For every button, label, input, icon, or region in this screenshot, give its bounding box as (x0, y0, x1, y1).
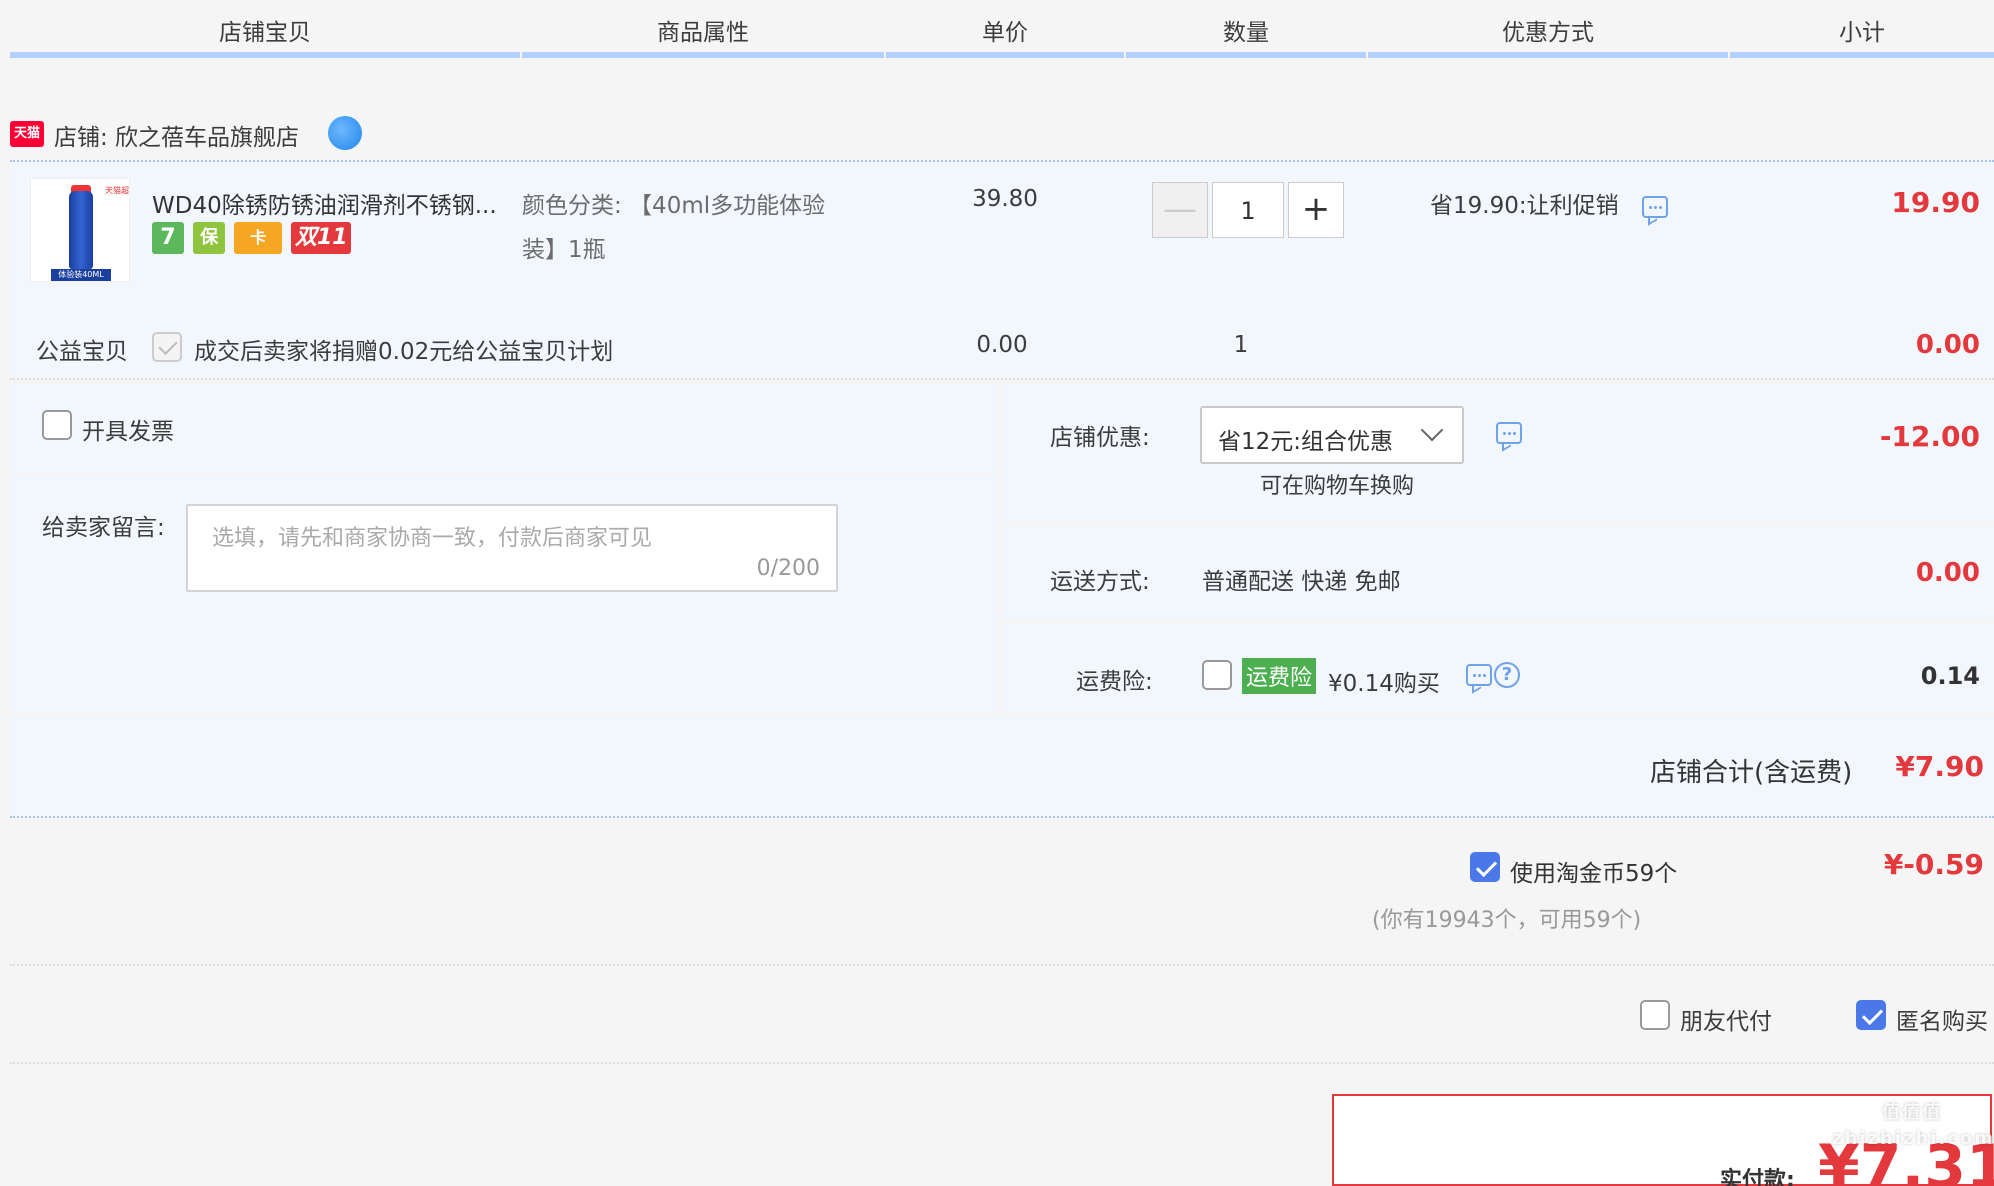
qty-increment-button[interactable]: + (1288, 182, 1344, 238)
col-header-price: 单价 (886, 0, 1124, 58)
badge-double11-icon: 双11 (291, 222, 352, 254)
promo-chat-icon[interactable] (1642, 196, 1668, 218)
shop-discount-select[interactable]: 省12元:组合优惠 (1200, 406, 1464, 464)
shop-name[interactable]: 店铺: 欣之蓓车品旗舰店 (54, 118, 299, 152)
insurance-label: 运费险: (1076, 669, 1153, 695)
col-header-attr: 商品属性 (522, 0, 884, 58)
product-attr: 颜色分类: 【40ml多功能体验 装】1瓶 (522, 186, 862, 264)
chevron-down-icon (1420, 418, 1444, 442)
watermark-text: 值值值 zhizhizhi.com (1832, 1102, 1994, 1149)
badge-7day-icon: 7 (152, 222, 184, 254)
insurance-price: ¥0.14购买 (1328, 671, 1440, 697)
coins-note: (你有19943个，可用59个) (1372, 908, 1642, 933)
shop-total-amount: ¥7.90 (1895, 750, 1984, 783)
discount-chat-icon[interactable] (1496, 422, 1522, 444)
qty-decrement-button[interactable]: — (1152, 182, 1208, 238)
total-divider (10, 816, 1994, 818)
col-header-qty-label: 数量 (1223, 20, 1269, 46)
message-counter: 0/200 (756, 556, 820, 581)
image-brand: 天猫超 (105, 186, 129, 195)
image-tag: 体验装40ML (51, 269, 111, 281)
coins-checkbox[interactable] (1470, 852, 1500, 882)
tmall-logo-text: 天猫 (13, 126, 40, 141)
charity-subtotal: 0.00 (1915, 330, 1980, 360)
invoice-checkbox[interactable] (42, 410, 72, 440)
coins-label[interactable]: 使用淘金币59个 (1510, 854, 1677, 888)
charity-price: 0.00 (976, 332, 1028, 358)
product-attr-line1: 颜色分类: 【40ml多功能体验 (522, 193, 826, 219)
anonymous-checkbox[interactable] (1856, 1000, 1886, 1030)
col-header-promo-label: 优惠方式 (1502, 20, 1594, 46)
shop-total-label: 店铺合计(含运费) (1650, 758, 1853, 788)
invoice-label[interactable]: 开具发票 (82, 412, 174, 446)
wangwang-chat-icon[interactable] (328, 116, 362, 150)
coins-divider (10, 964, 1994, 966)
options-divider (10, 1062, 1994, 1064)
product-image[interactable]: 天猫超 体验装40ML (30, 178, 130, 282)
friend-pay-label[interactable]: 朋友代付 (1680, 1002, 1772, 1036)
can-shape (69, 191, 93, 269)
product-promo: 省19.90:让利促销 (1430, 193, 1619, 219)
col-header-item-label: 店铺宝贝 (219, 20, 311, 46)
charity-text: 成交后卖家将捐赠0.02元给公益宝贝计划 (194, 339, 614, 365)
watermark-logo: 值值值 zhizhizhi.com (1832, 1100, 1994, 1152)
tmall-logo: 天猫 (10, 121, 44, 147)
pay-label: 实付款: (1720, 1168, 1795, 1186)
anonymous-label[interactable]: 匿名购买 (1896, 1002, 1988, 1036)
insurance-chat-icon[interactable] (1466, 664, 1492, 686)
col-header-price-label: 单价 (982, 20, 1028, 46)
friend-pay-checkbox[interactable] (1640, 1000, 1670, 1030)
shipping-amount: 0.00 (1915, 558, 1980, 588)
col-header-promo: 优惠方式 (1368, 0, 1728, 58)
question-icon[interactable]: ? (1494, 662, 1520, 688)
qty-input[interactable]: 1 (1212, 182, 1284, 238)
shop-discount-panel (1002, 384, 1994, 522)
message-placeholder: 选填，请先和商家协商一致，付款后商家可见 (212, 526, 653, 551)
col-header-attr-label: 商品属性 (657, 20, 749, 46)
message-input[interactable]: 选填，请先和商家协商一致，付款后商家可见 0/200 (186, 504, 838, 592)
charity-checkbox (152, 332, 182, 362)
shipping-value: 普通配送 快递 免邮 (1202, 569, 1401, 595)
shop-discount-amount: -12.00 (1879, 420, 1980, 453)
shop-discount-note: 可在购物车换购 (1260, 474, 1415, 499)
product-badges: 7 保 卡 双11 (152, 222, 355, 254)
col-header-subtotal-label: 小计 (1839, 20, 1885, 46)
product-title[interactable]: WD40除锈防锈油润滑剂不锈钢... (152, 186, 497, 220)
product-subtotal: 19.90 (1891, 186, 1980, 219)
col-header-qty: 数量 (1126, 0, 1366, 58)
col-header-subtotal: 小计 (1730, 0, 1994, 58)
charity-qty: 1 (1233, 332, 1249, 358)
product-price: 39.80 (972, 186, 1038, 212)
shipping-label: 运送方式: (1050, 569, 1150, 595)
shop-discount-selected: 省12元:组合优惠 (1218, 429, 1394, 455)
shop-discount-label: 店铺优惠: (1050, 425, 1150, 451)
badge-guarantee-icon: 保 (193, 222, 226, 254)
insurance-amount: 0.14 (1920, 662, 1980, 690)
charity-label: 公益宝贝 (36, 339, 128, 365)
charity-divider (10, 378, 1994, 380)
message-label: 给卖家留言: (42, 515, 165, 541)
col-header-item: 店铺宝贝 (10, 0, 520, 58)
badge-card-icon: 卡 (234, 222, 283, 254)
product-attr-line2: 装】1瓶 (522, 237, 606, 263)
insurance-checkbox[interactable] (1202, 660, 1232, 690)
coins-amount: ¥-0.59 (1883, 848, 1984, 881)
insurance-tag: 运费险 (1242, 658, 1317, 694)
